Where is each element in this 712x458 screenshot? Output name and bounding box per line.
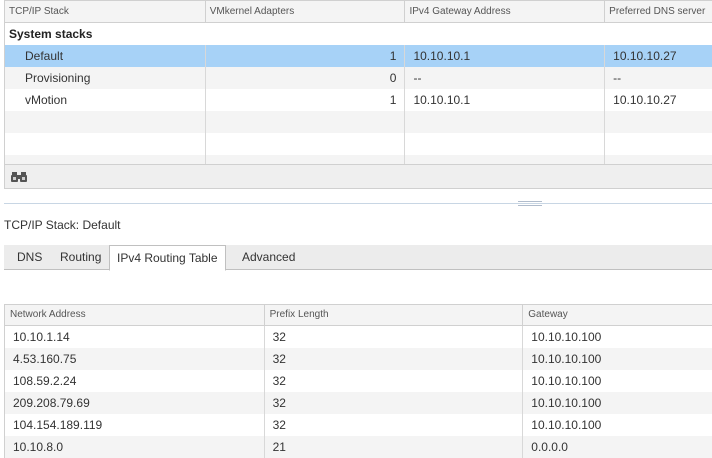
stack-adapters: 1 [206,89,406,111]
route-prefix: 32 [265,414,524,436]
route-prefix: 32 [265,348,524,370]
column-header-tcpip-stack[interactable]: TCP/IP Stack [5,1,206,23]
route-network: 4.53.160.75 [5,348,265,370]
column-header-network-address[interactable]: Network Address [5,305,265,326]
stack-gateway: 10.10.10.1 [405,45,606,67]
splitter-grip-handle[interactable] [518,201,542,206]
group-header-system-stacks: System stacks [5,23,712,45]
route-network: 104.154.189.119 [5,414,265,436]
table-row[interactable]: 108.59.2.24 32 10.10.10.100 [5,370,712,392]
route-network: 10.10.1.14 [5,326,265,348]
route-gateway: 0.0.0.0 [531,440,568,454]
tcpip-stacks-grid: TCP/IP Stack VMkernel Adapters IPv4 Gate… [4,0,712,189]
table-row[interactable]: 104.154.189.119 32 10.10.10.100 [5,414,712,436]
column-header-gateway[interactable]: Gateway [523,305,712,326]
binoculars-icon[interactable] [11,171,27,183]
table-row[interactable]: 10.10.8.0 21 0.0.0.0 [5,436,712,458]
column-header-prefix-length[interactable]: Prefix Length [265,305,524,326]
ipv4-routing-table: Network Address Prefix Length Gateway 10… [4,304,712,458]
stack-gateway: -- [405,67,606,89]
stack-row-provisioning[interactable]: Provisioning 0 -- -- [5,67,712,89]
tcpip-configuration-panel: TCP/IP Stack VMkernel Adapters IPv4 Gate… [0,0,712,458]
route-gateway: 10.10.10.100 [531,374,602,388]
stack-row-default[interactable]: Default 1 10.10.10.1 10.10.10.27 [5,45,712,67]
tab-routing[interactable]: Routing [53,245,108,270]
table-row[interactable]: 4.53.160.75 32 10.10.10.100 [5,348,712,370]
stack-dns: 10.10.10.27 [613,49,677,63]
panel-splitter[interactable] [4,203,712,204]
route-prefix: 32 [265,370,524,392]
route-network: 108.59.2.24 [5,370,265,392]
stack-adapters: 1 [206,45,406,67]
stack-row-vmotion[interactable]: vMotion 1 10.10.10.1 10.10.10.27 [5,89,712,111]
stacks-grid-footer [5,164,712,189]
detail-title: TCP/IP Stack: Default [4,218,121,232]
stack-gateway: 10.10.10.1 [405,89,606,111]
stack-name: Provisioning [5,67,206,89]
detail-tab-bar: DNS Routing IPv4 Routing Table Advanced [4,245,712,271]
stack-adapters: 0 [206,67,406,89]
route-prefix: 21 [265,436,524,458]
stack-dns: -- [613,71,622,85]
column-header-preferred-dns[interactable]: Preferred DNS server [605,1,712,23]
column-header-vmkernel-adapters[interactable]: VMkernel Adapters [206,1,406,23]
tab-advanced[interactable]: Advanced [235,245,302,270]
route-network: 209.208.79.69 [5,392,265,414]
route-network: 10.10.8.0 [5,436,265,458]
route-gateway: 10.10.10.100 [531,352,602,366]
route-gateway: 10.10.10.100 [531,396,602,410]
empty-row [5,111,712,133]
stack-name: Default [5,45,206,67]
tab-dns[interactable]: DNS [10,245,49,270]
route-prefix: 32 [265,326,524,348]
table-row[interactable]: 209.208.79.69 32 10.10.10.100 [5,392,712,414]
column-header-ipv4-gateway[interactable]: IPv4 Gateway Address [405,1,606,23]
routing-table-header: Network Address Prefix Length Gateway [5,305,712,326]
stacks-grid-header: TCP/IP Stack VMkernel Adapters IPv4 Gate… [5,1,712,23]
table-row[interactable]: 10.10.1.14 32 10.10.10.100 [5,326,712,348]
stack-name: vMotion [5,89,206,111]
tab-ipv4-routing-table[interactable]: IPv4 Routing Table [109,245,226,271]
route-prefix: 32 [265,392,524,414]
empty-row [5,133,712,155]
route-gateway: 10.10.10.100 [531,330,602,344]
route-gateway: 10.10.10.100 [531,418,602,432]
stack-dns: 10.10.10.27 [613,93,677,107]
